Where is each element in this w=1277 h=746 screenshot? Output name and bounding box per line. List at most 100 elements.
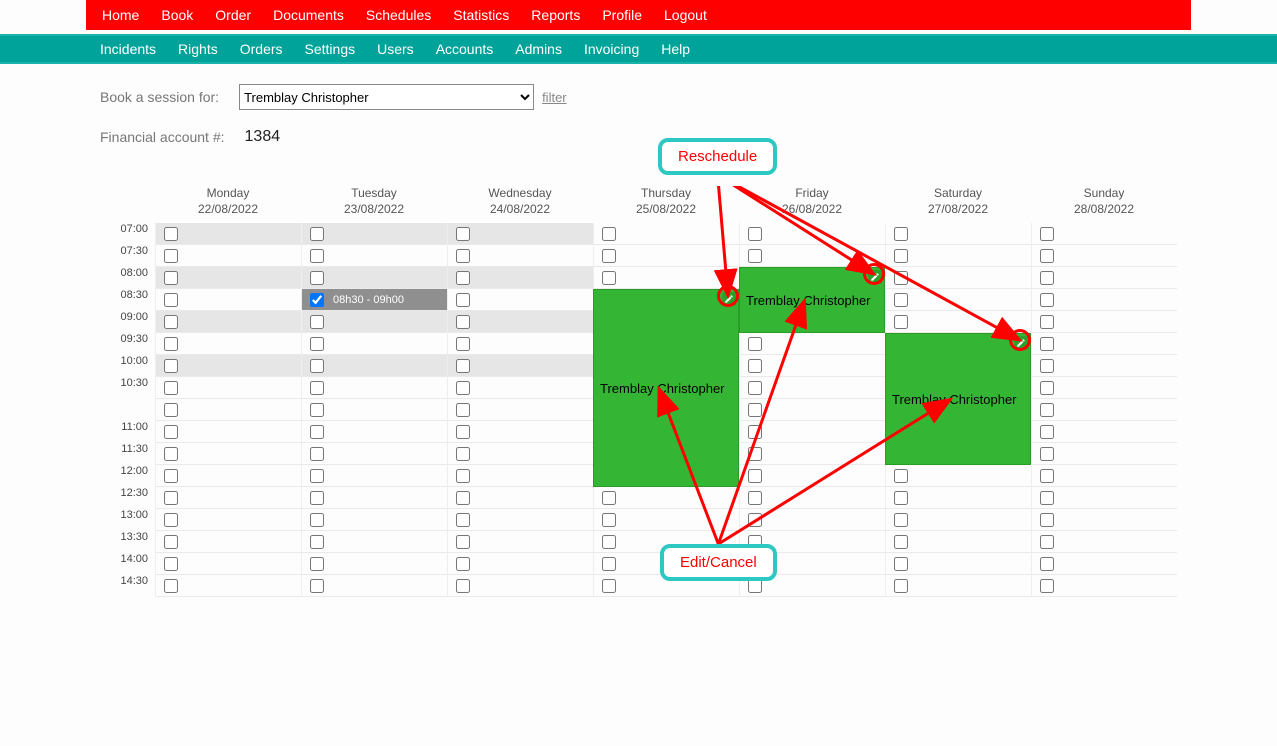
pencil-icon[interactable]: [1014, 336, 1028, 350]
slot[interactable]: [156, 377, 301, 399]
slot[interactable]: [886, 223, 1031, 245]
slot[interactable]: [1032, 333, 1177, 355]
slot-checkbox[interactable]: [748, 447, 762, 461]
nav-top-statistics[interactable]: Statistics: [453, 7, 509, 23]
slot[interactable]: [740, 465, 885, 487]
slot-checkbox[interactable]: [748, 491, 762, 505]
slot[interactable]: [448, 553, 593, 575]
nav-top-order[interactable]: Order: [215, 7, 251, 23]
nav-sub-admins[interactable]: Admins: [515, 41, 562, 57]
slot[interactable]: [302, 245, 447, 267]
slot-checkbox[interactable]: [310, 293, 324, 307]
slot[interactable]: [156, 223, 301, 245]
slot[interactable]: [448, 399, 593, 421]
slot-checkbox[interactable]: [1040, 447, 1054, 461]
booked-block[interactable]: Tremblay Christopher: [593, 289, 739, 487]
slot-checkbox[interactable]: [164, 425, 178, 439]
slot[interactable]: [886, 487, 1031, 509]
slot[interactable]: [886, 531, 1031, 553]
slot-checkbox[interactable]: [748, 403, 762, 417]
slot-checkbox[interactable]: [164, 227, 178, 241]
slot[interactable]: [448, 509, 593, 531]
slot[interactable]: [156, 509, 301, 531]
slot-checkbox[interactable]: [164, 315, 178, 329]
slot[interactable]: [1032, 531, 1177, 553]
slot[interactable]: [740, 377, 885, 399]
slot[interactable]: [740, 443, 885, 465]
slot-checkbox[interactable]: [602, 557, 616, 571]
slot[interactable]: [1032, 289, 1177, 311]
slot-checkbox[interactable]: [1040, 425, 1054, 439]
pencil-icon[interactable]: [868, 270, 882, 284]
slot[interactable]: [886, 465, 1031, 487]
slot-checkbox[interactable]: [456, 381, 470, 395]
slot[interactable]: [594, 267, 739, 289]
slot-checkbox[interactable]: [164, 557, 178, 571]
slot[interactable]: [740, 399, 885, 421]
slot-checkbox[interactable]: [748, 227, 762, 241]
slot-checkbox[interactable]: [456, 337, 470, 351]
slot-checkbox[interactable]: [894, 271, 908, 285]
slot[interactable]: [156, 289, 301, 311]
nav-sub-help[interactable]: Help: [661, 41, 690, 57]
slot[interactable]: [156, 465, 301, 487]
slot[interactable]: [594, 487, 739, 509]
slot[interactable]: [156, 333, 301, 355]
slot[interactable]: [448, 289, 593, 311]
slot-checkbox[interactable]: [748, 513, 762, 527]
slot-checkbox[interactable]: [164, 535, 178, 549]
slot[interactable]: [886, 245, 1031, 267]
slot-checkbox[interactable]: [1040, 227, 1054, 241]
slot[interactable]: [302, 421, 447, 443]
slot-checkbox[interactable]: [310, 249, 324, 263]
slot-checkbox[interactable]: [164, 293, 178, 307]
slot[interactable]: [302, 531, 447, 553]
slot-checkbox[interactable]: [164, 249, 178, 263]
slot-checkbox[interactable]: [894, 557, 908, 571]
slot[interactable]: [156, 399, 301, 421]
nav-sub-users[interactable]: Users: [377, 41, 414, 57]
slot[interactable]: [886, 553, 1031, 575]
slot-checkbox[interactable]: [602, 227, 616, 241]
slot-checkbox[interactable]: [1040, 249, 1054, 263]
slot[interactable]: [740, 245, 885, 267]
slot[interactable]: [302, 465, 447, 487]
slot[interactable]: [886, 311, 1031, 333]
slot-checkbox[interactable]: [602, 249, 616, 263]
slot[interactable]: [156, 487, 301, 509]
slot-checkbox[interactable]: [456, 271, 470, 285]
slot-checkbox[interactable]: [748, 359, 762, 373]
slot-checkbox[interactable]: [310, 425, 324, 439]
slot[interactable]: [302, 377, 447, 399]
slot[interactable]: [448, 443, 593, 465]
nav-sub-accounts[interactable]: Accounts: [436, 41, 494, 57]
slot-checkbox[interactable]: [456, 249, 470, 263]
slot[interactable]: [886, 509, 1031, 531]
slot-checkbox[interactable]: [602, 271, 616, 285]
slot[interactable]: [1032, 377, 1177, 399]
nav-sub-incidents[interactable]: Incidents: [100, 41, 156, 57]
slot[interactable]: [448, 487, 593, 509]
slot-checkbox[interactable]: [164, 337, 178, 351]
slot[interactable]: [156, 267, 301, 289]
slot[interactable]: [302, 223, 447, 245]
slot-checkbox[interactable]: [1040, 403, 1054, 417]
slot-checkbox[interactable]: [894, 513, 908, 527]
slot-checkbox[interactable]: [1040, 535, 1054, 549]
slot-checkbox[interactable]: [894, 227, 908, 241]
slot-checkbox[interactable]: [310, 491, 324, 505]
slot-checkbox[interactable]: [456, 491, 470, 505]
slot[interactable]: [886, 575, 1031, 597]
slot[interactable]: [886, 289, 1031, 311]
filter-link[interactable]: filter: [542, 90, 567, 105]
nav-top-book[interactable]: Book: [161, 7, 193, 23]
slot-checkbox[interactable]: [1040, 557, 1054, 571]
slot[interactable]: [1032, 399, 1177, 421]
slot-checkbox[interactable]: [164, 469, 178, 483]
slot[interactable]: [448, 421, 593, 443]
booked-block[interactable]: Tremblay Christopher: [885, 333, 1031, 465]
slot[interactable]: [448, 575, 593, 597]
slot-checkbox[interactable]: [602, 491, 616, 505]
slot-checkbox[interactable]: [164, 381, 178, 395]
slot[interactable]: [156, 421, 301, 443]
